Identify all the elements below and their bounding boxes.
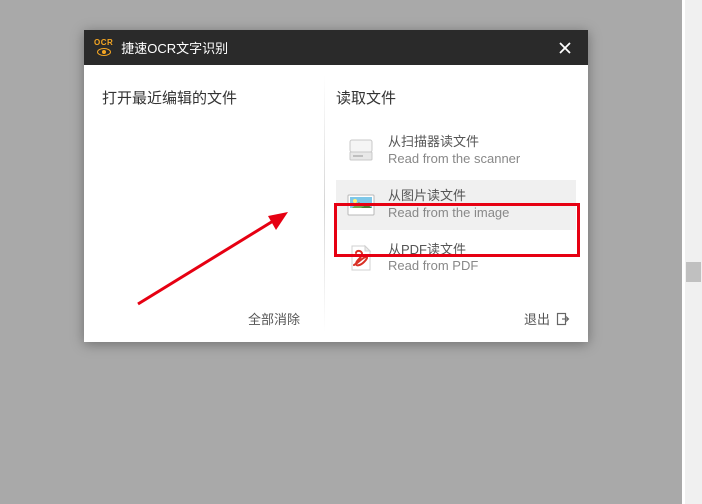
option-image-text: 从图片读文件 Read from the image (388, 188, 509, 222)
option-pdf-subtitle: Read from PDF (388, 258, 478, 275)
read-file-heading: 读取文件 (336, 87, 576, 108)
image-icon (346, 190, 376, 220)
close-icon (558, 41, 572, 55)
option-scanner-text: 从扫描器读文件 Read from the scanner (388, 134, 520, 168)
option-pdf-text: 从PDF读文件 Read from PDF (388, 242, 478, 276)
scrollbar-thumb[interactable] (686, 262, 701, 282)
recent-files-heading: 打开最近编辑的文件 (102, 87, 306, 108)
option-scanner-title: 从扫描器读文件 (388, 134, 520, 151)
option-scanner[interactable]: 从扫描器读文件 Read from the scanner (336, 126, 576, 176)
option-image-title: 从图片读文件 (388, 188, 509, 205)
ocr-logo-text: OCR (94, 39, 113, 47)
exit-icon (556, 312, 570, 326)
left-panel: 打开最近编辑的文件 全部消除 (84, 65, 324, 342)
scanner-icon (346, 136, 376, 166)
dialog-body: 打开最近编辑的文件 全部消除 读取文件 从扫描器读文件 (84, 65, 588, 342)
option-image-subtitle: Read from the image (388, 205, 509, 222)
ocr-logo: OCR (94, 39, 113, 56)
panel-divider (324, 75, 325, 332)
option-scanner-subtitle: Read from the scanner (388, 151, 520, 168)
scrollbar-track[interactable] (685, 0, 702, 504)
ocr-dialog: OCR 捷速OCR文字识别 打开最近编辑的文件 全部消除 读取文件 (84, 30, 588, 342)
option-pdf[interactable]: 从PDF读文件 Read from PDF (336, 234, 576, 284)
clear-all-button[interactable]: 全部消除 (102, 309, 306, 328)
exit-label: 退出 (524, 309, 550, 328)
option-pdf-title: 从PDF读文件 (388, 242, 478, 259)
eye-icon (97, 48, 111, 56)
pdf-icon (346, 243, 376, 273)
option-image[interactable]: 从图片读文件 Read from the image (336, 180, 576, 230)
dialog-title: 捷速OCR文字识别 (121, 38, 552, 57)
titlebar: OCR 捷速OCR文字识别 (84, 30, 588, 65)
exit-button[interactable]: 退出 (336, 309, 576, 328)
option-list: 从扫描器读文件 Read from the scanner (336, 126, 576, 283)
right-panel: 读取文件 从扫描器读文件 Read from the scanner (324, 65, 588, 342)
close-button[interactable] (552, 35, 578, 61)
